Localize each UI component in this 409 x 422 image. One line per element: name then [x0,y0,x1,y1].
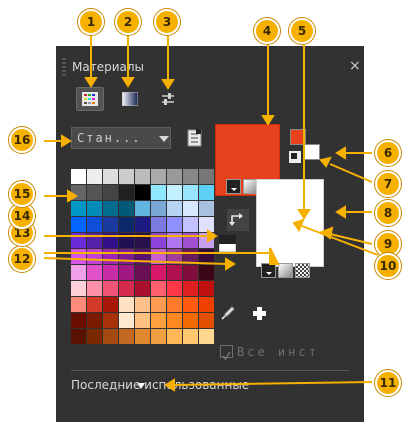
annotation-1: 1 [78,9,104,35]
annotation-11: 11 [375,370,401,396]
annotation-2: 2 [115,9,141,35]
annotation-6: 6 [375,140,401,166]
annotation-3: 3 [154,9,180,35]
annotation-12: 12 [9,246,35,272]
annotation-4: 4 [254,18,280,44]
annotation-8: 8 [375,200,401,226]
annotation-16: 16 [9,127,35,153]
annotation-15: 15 [9,181,35,207]
annotation-10: 10 [375,253,401,279]
annotation-arrows [43,33,379,392]
annotation-5: 5 [289,18,315,44]
annotation-7: 7 [375,171,401,197]
